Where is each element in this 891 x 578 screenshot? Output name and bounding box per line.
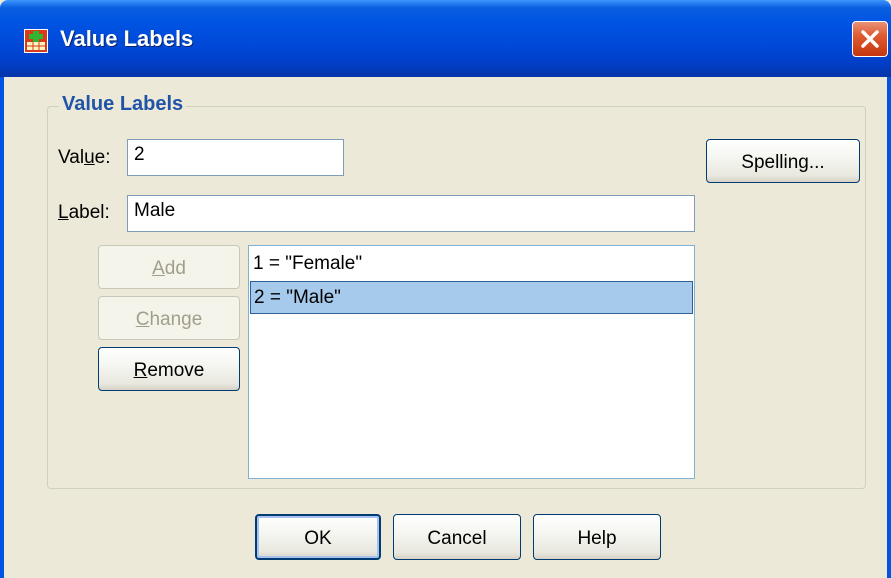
list-item-selected[interactable]: 2 = "Male" bbox=[250, 281, 693, 314]
window-border-left bbox=[0, 77, 4, 578]
remove-button[interactable]: Remove bbox=[98, 347, 240, 391]
change-button[interactable]: Change bbox=[98, 296, 240, 340]
label-input[interactable]: Male bbox=[127, 195, 695, 232]
value-field-label: Value: bbox=[58, 147, 111, 168]
value-labels-list[interactable]: 1 = "Female" 2 = "Male" bbox=[248, 245, 695, 479]
spss-value-labels-icon bbox=[24, 29, 48, 53]
cancel-button[interactable]: Cancel bbox=[393, 514, 521, 560]
value-input[interactable]: 2 bbox=[127, 139, 344, 176]
window-border-right bbox=[887, 77, 891, 578]
close-icon bbox=[861, 30, 879, 48]
label-field-label: Label: bbox=[58, 202, 110, 223]
ok-button[interactable]: OK bbox=[255, 514, 381, 560]
title-bar[interactable]: Value Labels bbox=[0, 0, 891, 77]
close-button[interactable] bbox=[852, 21, 888, 57]
help-button[interactable]: Help bbox=[533, 514, 661, 560]
value-labels-dialog: Value Labels Value Labels Value: 2 Spell… bbox=[0, 0, 891, 578]
window-title: Value Labels bbox=[60, 26, 194, 51]
list-item[interactable]: 1 = "Female" bbox=[250, 248, 693, 281]
group-legend: Value Labels bbox=[59, 93, 187, 116]
spelling-button[interactable]: Spelling... bbox=[706, 139, 860, 183]
add-button[interactable]: Add bbox=[98, 245, 240, 289]
